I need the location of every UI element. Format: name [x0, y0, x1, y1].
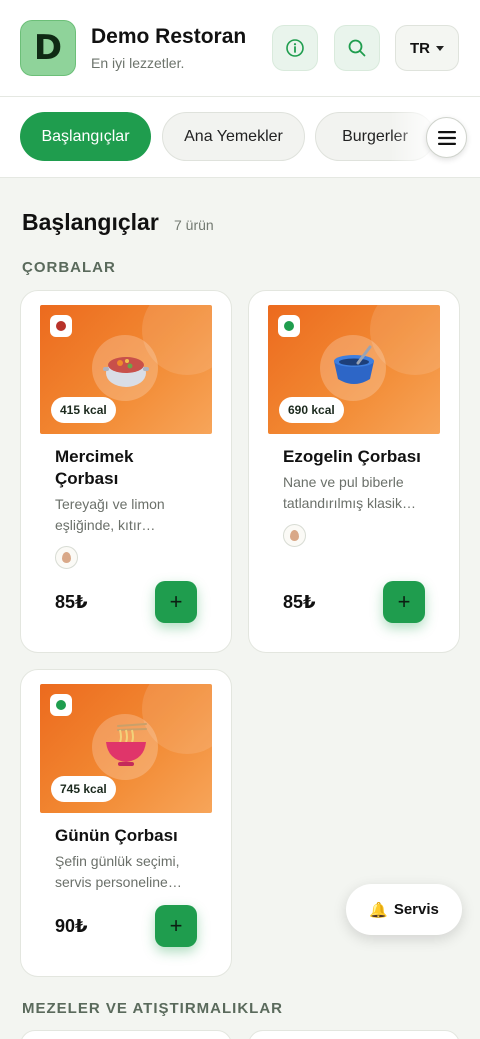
item-image: 690 kcal	[268, 305, 440, 434]
subcategory-title: MEZELER VE ATIŞTIRMALIKLAR	[22, 1000, 283, 1017]
hamburger-icon	[437, 130, 456, 145]
diet-indicator	[50, 315, 72, 337]
item-price: 90₺	[55, 916, 88, 936]
item-price: 85₺	[283, 592, 316, 612]
tab-ana-yemekler[interactable]: Ana Yemekler	[162, 112, 305, 161]
plus-icon: +	[169, 913, 183, 938]
menu-item-card[interactable]: 745 kcal Günün Çorbası Şefin günlük seçi…	[20, 669, 232, 977]
menu-item-card[interactable]	[20, 1030, 232, 1039]
diet-indicator	[50, 694, 72, 716]
item-price: 85₺	[55, 592, 88, 612]
item-description: Tereyağı ve limon	[55, 496, 165, 512]
app-header: D Demo Restoran En iyi lezzetler. TR	[0, 0, 480, 97]
item-description-line2: servis personeline…	[55, 874, 182, 890]
item-description-line2: eşliğinde, kıtır…	[55, 517, 156, 533]
menu-item-card[interactable]: 690 kcal Ezogelin Çorbası Nane ve pul bi…	[248, 290, 460, 653]
item-description: Şefin günlük seçimi,	[55, 853, 180, 869]
diet-indicator	[278, 315, 300, 337]
call-service-button[interactable]: 🔔 Servis	[346, 884, 462, 935]
calorie-badge: 745 kcal	[51, 776, 116, 802]
tab-baslangiclar[interactable]: Başlangıçlar	[20, 112, 151, 161]
restaurant-logo: D	[20, 20, 76, 76]
item-image: 745 kcal	[40, 684, 212, 813]
section-item-count: 7 ürün	[174, 217, 214, 233]
soup-pot-icon	[103, 357, 149, 387]
info-button[interactable]	[272, 25, 318, 71]
section-title: Başlangıçlar	[22, 209, 159, 235]
bell-icon: 🔔	[369, 901, 388, 919]
language-label: TR	[410, 39, 430, 57]
item-name: Ezogelin Çorbası	[283, 447, 421, 466]
search-button[interactable]	[334, 25, 380, 71]
restaurant-tagline: En iyi lezzetler.	[91, 55, 185, 71]
language-selector[interactable]: TR	[395, 25, 459, 71]
add-to-cart-button[interactable]: +	[383, 581, 425, 623]
restaurant-name: Demo Restoran	[91, 25, 247, 48]
item-name: Günün Çorbası	[55, 826, 178, 845]
calorie-badge: 415 kcal	[51, 397, 116, 423]
category-tabs: Başlangıçlar Ana Yemekler Burgerler	[0, 97, 480, 178]
plus-icon: +	[169, 589, 183, 614]
allergen-egg-icon	[55, 546, 78, 569]
chevron-down-icon	[436, 45, 444, 51]
subcategory-title: ÇORBALAR	[22, 259, 116, 276]
soup-bowl-icon	[334, 345, 374, 384]
category-menu-button[interactable]	[426, 117, 467, 158]
menu-item-card[interactable]	[248, 1030, 460, 1039]
item-description: Nane ve pul biberle	[283, 474, 404, 490]
service-label: Servis	[393, 901, 439, 918]
add-to-cart-button[interactable]: +	[155, 581, 197, 623]
plus-icon: +	[397, 589, 411, 614]
item-description-line2: tatlandırılmış klasik…	[283, 495, 417, 511]
search-icon	[348, 39, 366, 57]
allergen-egg-icon	[283, 524, 306, 547]
item-image: 415 kcal	[40, 305, 212, 434]
item-name-line2: Çorbası	[55, 469, 119, 488]
menu-item-card[interactable]: 415 kcal Mercimek Çorbası Tereyağı ve li…	[20, 290, 232, 653]
info-icon	[286, 39, 304, 57]
add-to-cart-button[interactable]: +	[155, 905, 197, 947]
item-name: Mercimek	[55, 447, 134, 466]
calorie-badge: 690 kcal	[279, 397, 344, 423]
noodle-bowl-icon	[106, 723, 147, 766]
